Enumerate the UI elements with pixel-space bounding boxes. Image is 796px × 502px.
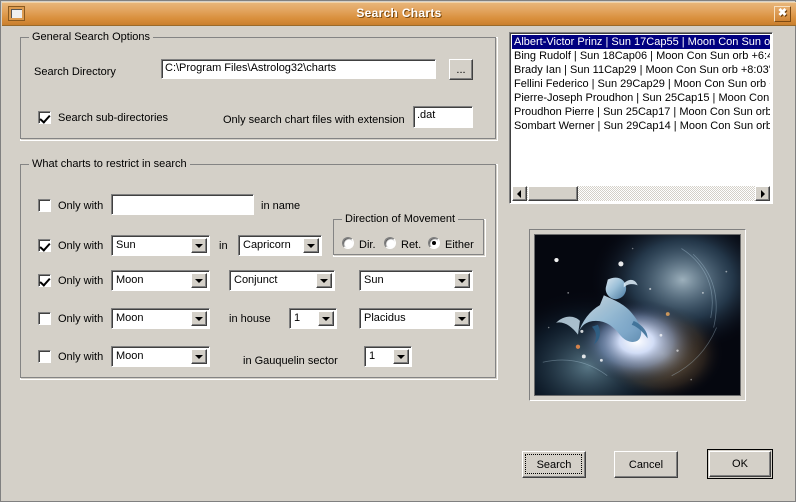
search-directory-input[interactable]: C:\Program Files\Astrolog32\charts	[161, 59, 436, 79]
list-item[interactable]: Proudhon Pierre | Sun 25Cap17 | Moon Con…	[512, 105, 770, 119]
house-system-value: Placidus	[364, 312, 406, 324]
restrict-row-sign-label: Only with	[58, 240, 104, 252]
search-results-items: Albert-Victor Prinz | Sun 17Cap55 | Moon…	[512, 35, 770, 186]
gauquelin-body-select[interactable]: Moon	[111, 346, 210, 367]
cancel-button[interactable]: Cancel	[614, 451, 678, 478]
direction-of-movement-title: Direction of Movement	[342, 213, 459, 225]
list-item[interactable]: Fellini Federico | Sun 29Cap29 | Moon Co…	[512, 77, 770, 91]
chevron-down-icon[interactable]	[303, 238, 319, 253]
restrict-row-gauquelin-label: Only with	[58, 351, 104, 363]
direction-of-movement-group: Direction of Movement	[333, 213, 486, 257]
direction-dir-radio[interactable]	[342, 237, 354, 249]
direction-either-radio[interactable]	[428, 237, 440, 249]
house-number-select[interactable]: 1	[289, 308, 337, 329]
chevron-down-icon[interactable]	[191, 311, 207, 326]
extension-label: Only search chart files with extension	[223, 114, 405, 126]
general-search-options-title: General Search Options	[29, 31, 154, 43]
aspect-type-value: Conjunct	[234, 274, 278, 286]
sign-select[interactable]: Capricorn	[238, 235, 322, 256]
chevron-down-icon[interactable]	[393, 349, 409, 364]
chevron-down-icon[interactable]	[316, 273, 332, 288]
house-body-select[interactable]: Moon	[111, 308, 210, 329]
ok-button-label: OK	[732, 458, 748, 470]
search-results-listbox[interactable]: Albert-Victor Prinz | Sun 17Cap55 | Moon…	[509, 32, 773, 204]
restrict-row-name-checkbox[interactable]	[38, 199, 51, 212]
aspect-body1-value: Moon	[116, 274, 144, 286]
scrollbar-thumb[interactable]	[528, 186, 578, 201]
restrict-row-sign-checkbox[interactable]	[38, 239, 51, 252]
ok-button[interactable]: OK	[707, 449, 773, 479]
close-icon[interactable]: ✖	[774, 6, 791, 22]
chevron-down-icon[interactable]	[191, 238, 207, 253]
chevron-down-icon[interactable]	[454, 273, 470, 288]
restrict-row-aspect-label: Only with	[58, 275, 104, 287]
direction-dir-label: Dir.	[359, 239, 376, 251]
chart-preview-frame	[529, 229, 746, 401]
list-item[interactable]: Brady Ian | Sun 11Cap29 | Moon Con Sun o…	[512, 63, 770, 77]
gauquelin-body-value: Moon	[116, 350, 144, 362]
horizontal-scrollbar[interactable]	[512, 186, 770, 201]
house-body-value: Moon	[116, 312, 144, 324]
name-filter-input[interactable]	[111, 194, 254, 215]
restrict-row-gauquelin-checkbox[interactable]	[38, 350, 51, 363]
search-charts-dialog: Search Charts ✖ General Search Options S…	[0, 0, 796, 502]
extension-input[interactable]: .dat	[413, 106, 473, 128]
direction-ret-radio[interactable]	[384, 237, 396, 249]
restrict-row-house-checkbox[interactable]	[38, 312, 51, 325]
search-subdirectories-label: Search sub-directories	[58, 112, 169, 124]
gauquelin-sector-select[interactable]: 1	[364, 346, 412, 367]
arrow-left-icon[interactable]	[512, 186, 527, 201]
chevron-down-icon[interactable]	[191, 349, 207, 364]
restrict-row-aspect-checkbox[interactable]	[38, 274, 51, 287]
restrict-row-house-label: Only with	[58, 313, 104, 325]
gauquelin-sector-value: 1	[369, 350, 376, 362]
aspect-body1-select[interactable]: Moon	[111, 270, 210, 291]
restrict-search-title: What charts to restrict in search	[29, 158, 190, 170]
aspect-type-select[interactable]: Conjunct	[229, 270, 335, 291]
window-icon[interactable]	[8, 6, 25, 21]
title-bar[interactable]: Search Charts ✖	[2, 2, 796, 26]
direction-ret-label: Ret.	[401, 239, 422, 251]
chevron-down-icon[interactable]	[318, 311, 334, 326]
capricorn-nebula-image	[534, 234, 741, 396]
direction-either-label: Either	[445, 239, 474, 251]
list-item[interactable]: Albert-Victor Prinz | Sun 17Cap55 | Moon…	[512, 35, 770, 49]
chevron-down-icon[interactable]	[191, 273, 207, 288]
search-subdirectories-checkbox[interactable]	[38, 111, 51, 124]
gauquelin-sector-label: in Gauquelin sector	[243, 355, 338, 367]
list-item[interactable]: Pierre-Joseph Proudhon | Sun 25Cap15 | M…	[512, 91, 770, 105]
aspect-body2-value: Sun	[364, 274, 384, 286]
chevron-down-icon[interactable]	[454, 311, 470, 326]
in-sign-label: in	[219, 240, 228, 252]
in-name-label: in name	[261, 200, 301, 212]
house-system-select[interactable]: Placidus	[359, 308, 473, 329]
restrict-row-name-label: Only with	[58, 200, 104, 212]
aspect-body2-select[interactable]: Sun	[359, 270, 473, 291]
body-sign-select-value: Sun	[116, 239, 136, 251]
body-sign-select[interactable]: Sun	[111, 235, 210, 256]
search-directory-label: Search Directory	[34, 66, 116, 78]
search-button[interactable]: Search	[522, 451, 586, 478]
list-item[interactable]: Bing Rudolf | Sun 18Cap06 | Moon Con Sun…	[512, 49, 770, 63]
list-item[interactable]: Sombart Werner | Sun 29Cap14 | Moon Con …	[512, 119, 770, 133]
window-title: Search Charts	[356, 6, 442, 20]
in-house-label: in house	[229, 313, 271, 325]
sign-select-value: Capricorn	[243, 239, 291, 251]
house-number-value: 1	[294, 312, 301, 324]
browse-directory-button[interactable]: ...	[449, 59, 473, 80]
arrow-right-icon[interactable]	[755, 186, 770, 201]
